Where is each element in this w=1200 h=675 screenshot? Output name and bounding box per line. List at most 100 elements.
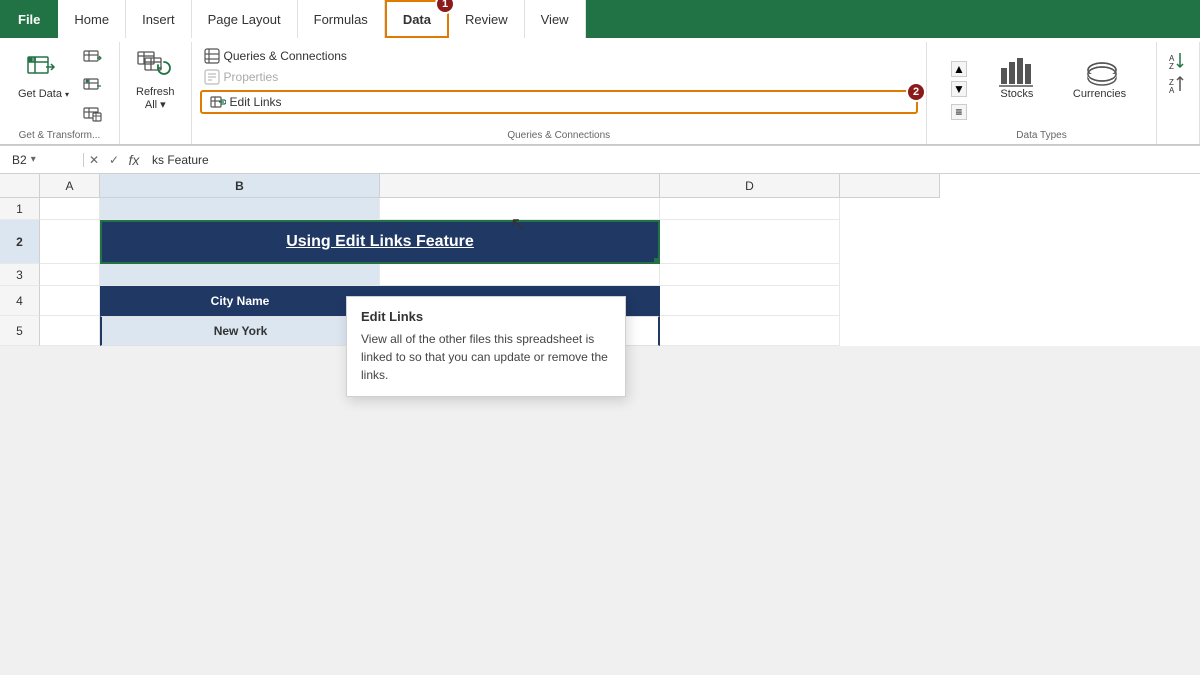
cell-a1[interactable] [40,198,100,220]
cell-d5[interactable] [660,316,840,346]
col-header-c[interactable] [380,174,660,198]
edit-links-button[interactable]: Edit Links 2 [200,90,918,114]
row-num-3: 3 [0,264,40,286]
get-transform-label: Get & Transform... [15,128,105,144]
queries-connections-label: Queries & Connections [224,49,347,63]
get-data-label: Get Data ▾ [18,88,69,101]
cell-a5[interactable] [40,316,100,346]
scroll-arrows: ▲ ▼ ≡ [949,46,969,121]
refresh-all-label: RefreshAll ▾ [136,86,175,112]
row-num-2: 2 [0,220,40,264]
svg-text:Z: Z [1169,62,1174,71]
row-num-5: 5 [0,316,40,346]
corner-cell [0,174,40,198]
cell-b5[interactable]: New York [100,316,380,346]
tab-page-layout[interactable]: Page Layout [192,0,298,38]
properties-button[interactable]: Properties [200,67,918,87]
cell-b1[interactable] [100,198,380,220]
edit-links-badge: 2 [906,82,926,102]
table-row: 3 [0,264,1200,286]
tab-data[interactable]: Data 1 [385,0,449,38]
properties-label: Properties [224,70,279,84]
edit-links-label: Edit Links [230,95,282,109]
stocks-label: Stocks [1000,88,1033,101]
cell-d2[interactable] [660,220,840,264]
currencies-icon [1080,50,1120,88]
edit-links-tooltip: Edit Links View all of the other files t… [346,296,626,397]
cell-d1[interactable] [660,198,840,220]
scroll-down-button[interactable]: ▼ [951,81,967,97]
formula-bar: B2 ▾ ✕ ✓ fx ks Feature [0,146,1200,174]
currencies-button[interactable]: Currencies [1065,46,1134,105]
cell-b4[interactable]: City Name [100,286,380,316]
cell-b3[interactable] [100,264,380,286]
tooltip-description: View all of the other files this spreads… [361,330,611,384]
stocks-icon [997,50,1037,88]
title-text: Using Edit Links Feature [286,233,474,251]
new-york-text: New York [214,324,268,338]
tab-data-label: Data [403,12,431,27]
scroll-reset-button[interactable]: ≡ [951,104,967,120]
formula-bar-separator: ✕ [84,153,104,167]
small-icon-2[interactable] [79,74,107,100]
col-header-d[interactable]: D [660,174,840,198]
formula-bar-check: ✓ [104,153,124,167]
row-num-4: 4 [0,286,40,316]
col-header-b[interactable]: B [100,174,380,198]
tab-formulas[interactable]: Formulas [298,0,385,38]
city-name-header: City Name [211,294,270,308]
cell-a4[interactable] [40,286,100,316]
formula-input[interactable]: ks Feature [144,153,1196,167]
sort-za-button[interactable]: Z A [1165,74,1191,96]
stocks-button[interactable]: Stocks [989,46,1045,105]
cell-ref-dropdown[interactable]: ▾ [31,154,36,165]
row-num-1: 1 [0,198,40,220]
queries-connections-button[interactable]: Queries & Connections [200,46,918,66]
qc-items: Queries & Connections Properties [200,46,918,114]
column-headers: A B D [40,174,940,198]
col-header-e[interactable] [840,174,940,198]
scroll-up-button[interactable]: ▲ [951,61,967,77]
cell-b2[interactable]: Using Edit Links Feature [100,220,660,264]
cell-a3[interactable] [40,264,100,286]
tab-review[interactable]: Review [449,0,525,38]
svg-text:A: A [1169,86,1175,95]
tab-file[interactable]: File [0,0,58,38]
ribbon-body: Get Data ▾ [0,38,1200,145]
tab-view[interactable]: View [525,0,586,38]
ribbon: File Home Insert Page Layout Formulas Da… [0,0,1200,146]
cell-c1[interactable] [380,198,660,220]
cell-d4[interactable] [660,286,840,316]
small-icons-col [79,46,107,128]
tab-home[interactable]: Home [58,0,126,38]
queries-connections-icon [204,48,220,64]
table-row: 2 Using Edit Links Feature [0,220,1200,264]
data-types-group-label: Data Types [935,128,1148,144]
column-headers-row: A B D [0,174,1200,198]
cell-reference-box[interactable]: B2 ▾ [4,153,84,167]
cell-c3[interactable] [380,264,660,286]
get-transform-group: Get Data ▾ [0,42,120,144]
table-row: 1 [0,198,1200,220]
refresh-all-button[interactable]: RefreshAll ▾ [130,46,181,114]
get-data-icon [25,50,61,86]
small-icon-3[interactable] [79,102,107,128]
sort-az-button[interactable]: A Z [1165,50,1191,72]
queries-connections-group-label: Queries & Connections [200,128,918,144]
tab-bar: File Home Insert Page Layout Formulas Da… [0,0,1200,38]
data-types-group: ▲ ▼ ≡ [927,42,1157,144]
properties-icon [204,69,220,85]
cell-a2[interactable] [40,220,100,264]
refresh-all-group: RefreshAll ▾ [120,42,192,144]
col-header-a[interactable]: A [40,174,100,198]
queries-connections-group: Queries & Connections Properties [192,42,927,144]
refresh-all-icon [137,48,173,84]
edit-links-icon [210,94,226,110]
get-data-button[interactable]: Get Data ▾ [12,46,75,105]
formula-bar-fx: fx [124,152,144,168]
tab-insert[interactable]: Insert [126,0,192,38]
small-icon-1[interactable] [79,46,107,72]
sort-group: A Z Z A [1157,42,1200,144]
cell-d3[interactable] [660,264,840,286]
formula-value: ks Feature [152,153,209,167]
